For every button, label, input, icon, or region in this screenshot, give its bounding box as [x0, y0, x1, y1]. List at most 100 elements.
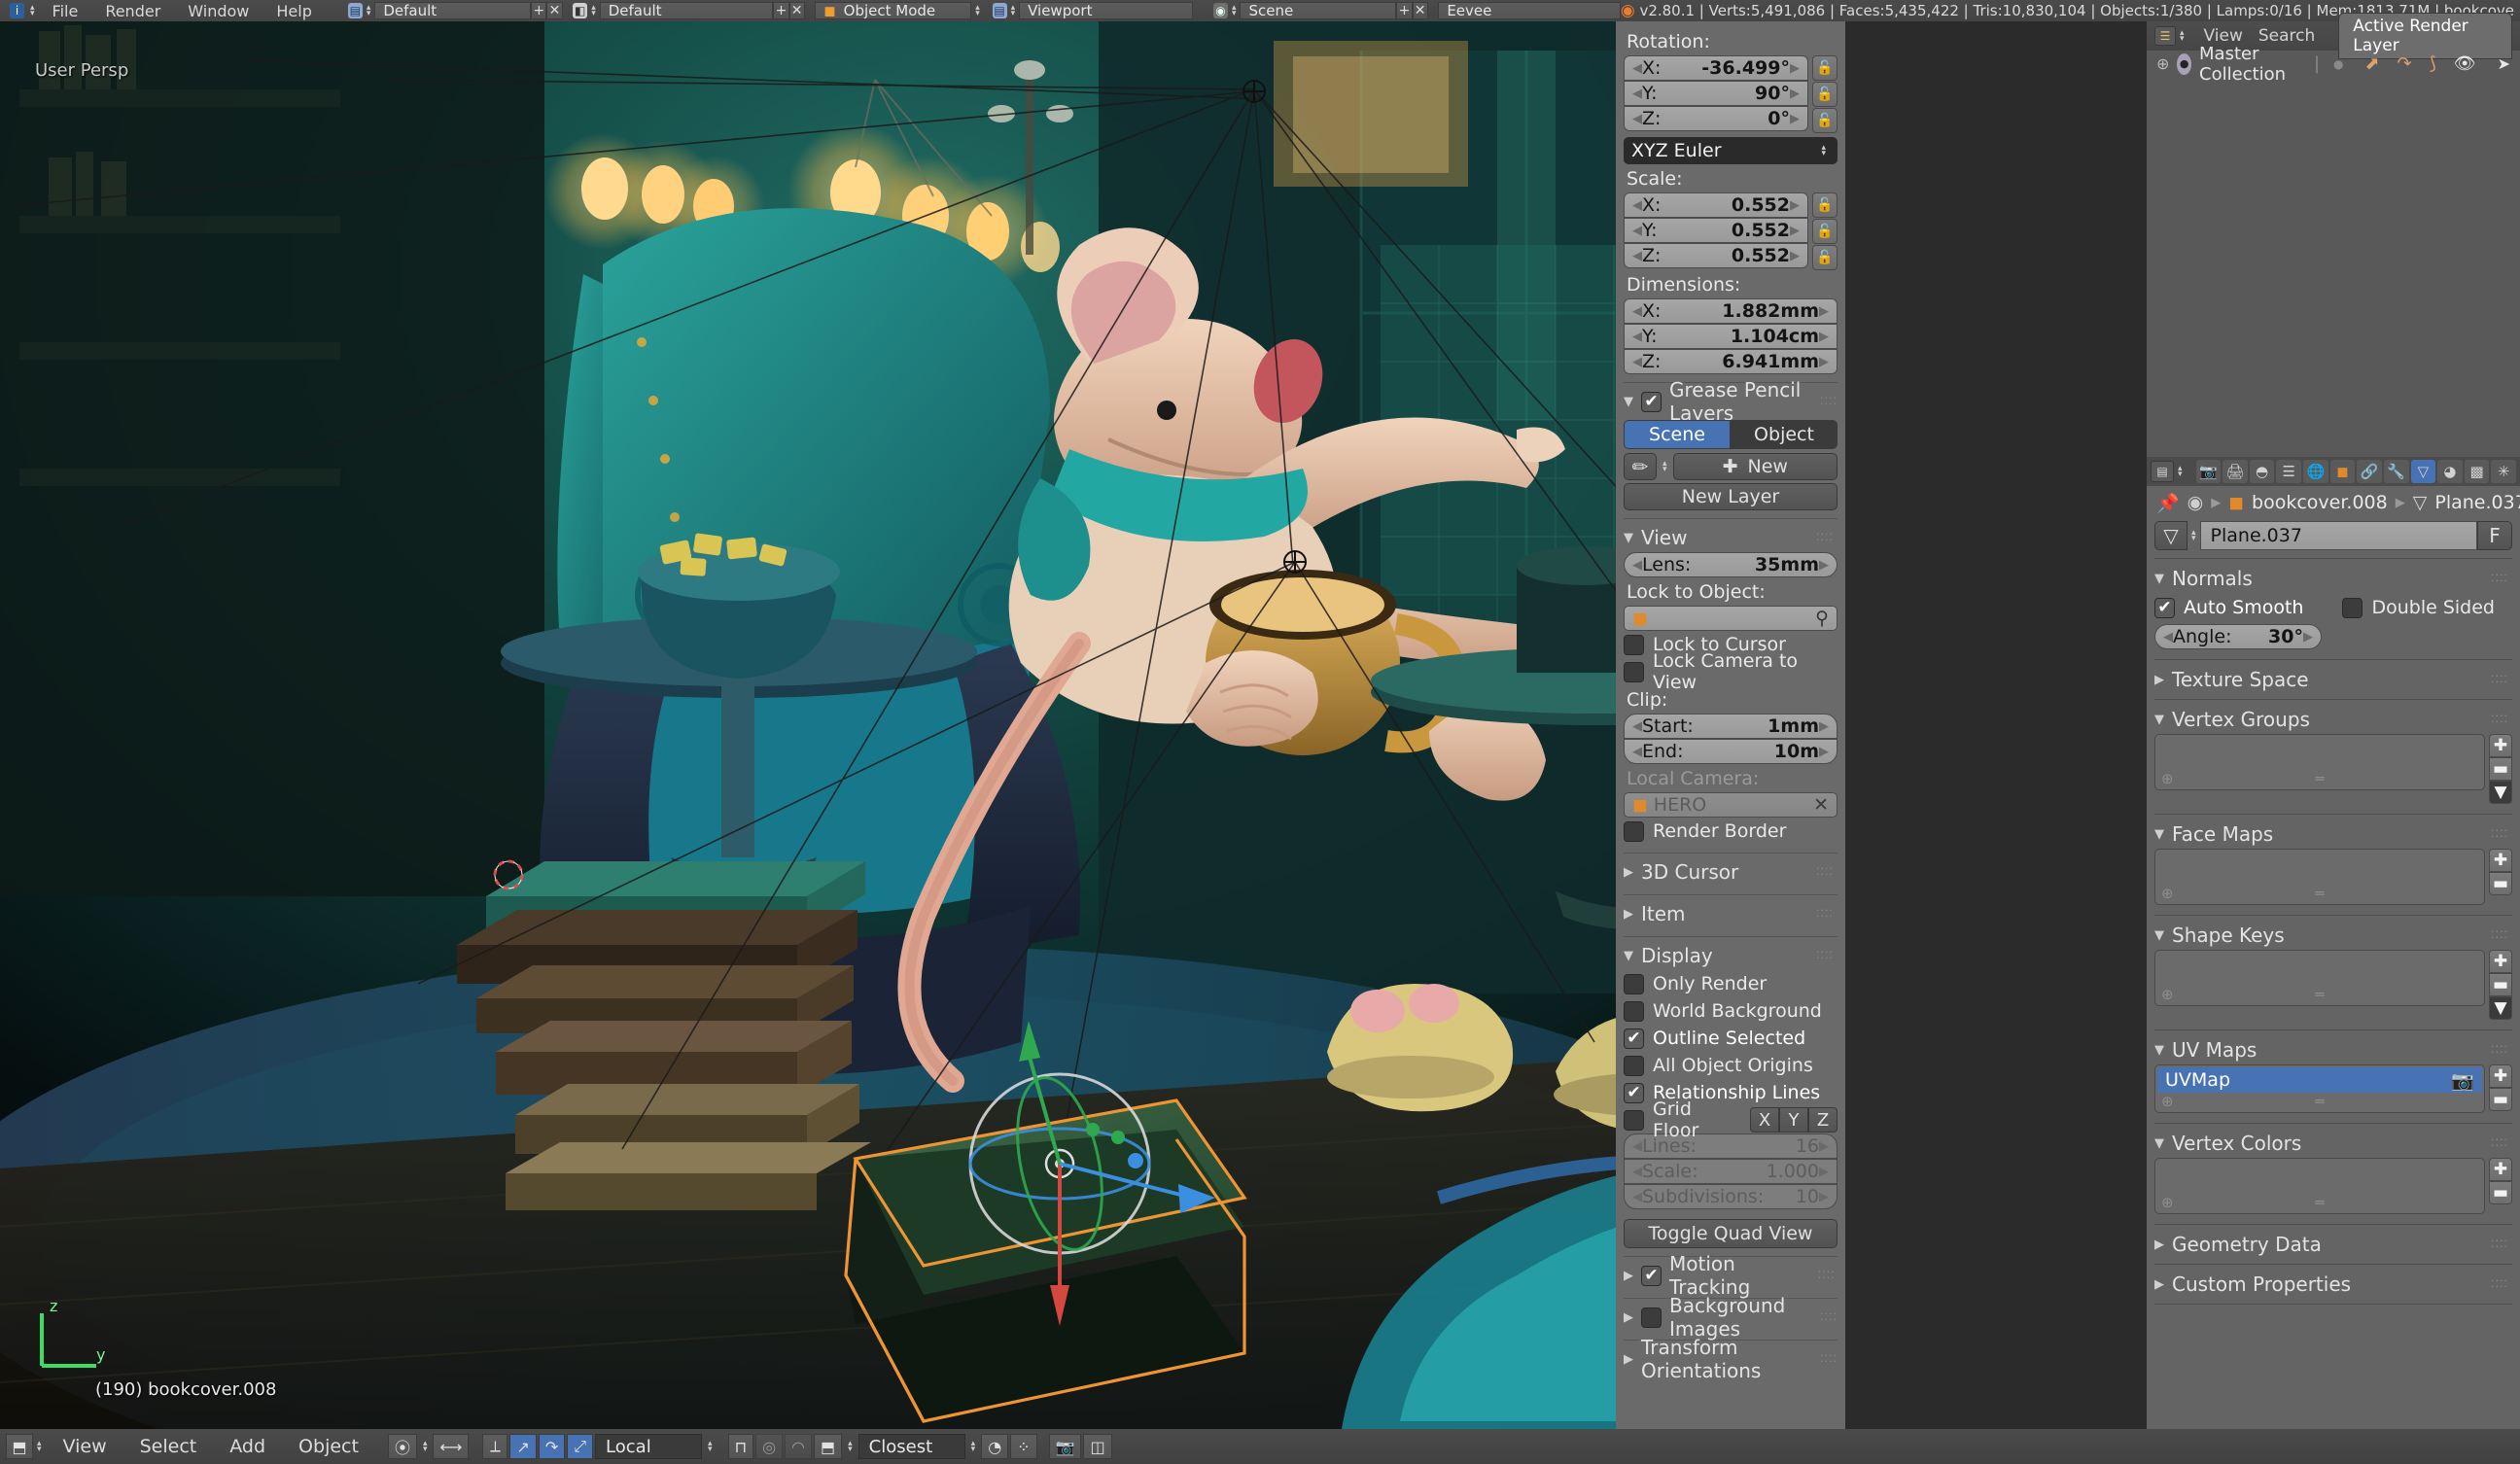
- vertex-group-specials-button[interactable]: ▼: [2489, 781, 2512, 804]
- pivot-point-icon[interactable]: ⦿: [387, 1434, 417, 1459]
- screen-layout-icon[interactable]: ▤: [347, 3, 363, 18]
- data-tab[interactable]: ▽: [2410, 460, 2436, 483]
- uv-maps-list[interactable]: UVMap 📷 ⊕ ═: [2154, 1064, 2485, 1113]
- footer-menu-view[interactable]: View: [48, 1436, 122, 1457]
- proportional-falloff-icon[interactable]: ◠: [785, 1434, 812, 1459]
- all-object-origins-row[interactable]: All Object Origins: [1624, 1052, 1838, 1079]
- increment-arrow[interactable]: ▶: [1819, 330, 1829, 344]
- world-background-row[interactable]: World Background: [1624, 997, 1838, 1025]
- custom-properties-panel-header[interactable]: ▶ Custom Properties ···· ····: [2154, 1270, 2512, 1299]
- particles-tab[interactable]: ✳: [2491, 460, 2517, 483]
- workspace-remove-2[interactable]: ✕: [788, 2, 805, 19]
- list-filter-icon[interactable]: ⊕: [2161, 770, 2174, 787]
- grid-subdivisions-field[interactable]: ◀ Subdivisions: 10 ▶: [1624, 1184, 1838, 1209]
- render-preview-icon[interactable]: 📷: [1048, 1434, 1082, 1459]
- eye-icon[interactable]: 👁: [2454, 53, 2476, 74]
- grid-floor-checkbox[interactable]: [1624, 1109, 1644, 1131]
- proportional-edit-objects-icon[interactable]: ◎: [755, 1434, 784, 1459]
- modifiers-tab[interactable]: 🔧: [2383, 460, 2409, 483]
- increment-arrow[interactable]: ▶: [1790, 87, 1800, 101]
- outliner-display-mode[interactable]: Active Render Layer: [2338, 13, 2512, 59]
- face-map-add-button[interactable]: ✚: [2489, 849, 2512, 872]
- lock-to-cursor-checkbox[interactable]: [1624, 634, 1644, 655]
- render-border-checkbox[interactable]: [1624, 820, 1644, 842]
- increment-arrow[interactable]: ▶: [1819, 558, 1829, 573]
- uv-maps-panel-header[interactable]: ▼ UV Maps ···· ····: [2154, 1035, 2512, 1064]
- auto-smooth-checkbox[interactable]: [2154, 597, 2175, 618]
- normals-angle-field[interactable]: ◀ Angle: 30° ▶: [2154, 624, 2322, 649]
- drag-grip-icon[interactable]: ···· ····: [1816, 947, 1838, 963]
- new-layer-button[interactable]: New Layer: [1624, 483, 1838, 510]
- menu-window[interactable]: Window: [174, 2, 262, 20]
- increment-arrow[interactable]: ▶: [1790, 198, 1800, 213]
- editor-type-spinner[interactable]: ▴ ▾: [2178, 465, 2183, 479]
- mesh-browse-spinner[interactable]: ▴ ▾: [2191, 529, 2196, 543]
- material-tab[interactable]: ◕: [2437, 460, 2463, 483]
- list-filter-icon[interactable]: ⊕: [2161, 885, 2174, 902]
- restrict-dot-icon[interactable]: ●: [2333, 57, 2343, 71]
- decrement-arrow[interactable]: ◀: [1632, 61, 1642, 76]
- workspace-name-2[interactable]: Default: [599, 2, 774, 19]
- transform-orientation-dropdown[interactable]: Local: [595, 1434, 703, 1459]
- proportional-edit-icon[interactable]: ⟷: [433, 1434, 470, 1459]
- increment-arrow[interactable]: ▶: [1819, 719, 1829, 734]
- view-panel-header[interactable]: ▼ View ···· ····: [1624, 523, 1838, 552]
- drag-grip-icon[interactable]: ···· ····: [1818, 1267, 1838, 1283]
- lock-rotation-x-button[interactable]: 🔓: [1812, 55, 1838, 81]
- snap-align-icon[interactable]: ⁘: [1010, 1434, 1037, 1459]
- snap-element-spinner[interactable]: ▴ ▾: [848, 1440, 853, 1454]
- drag-grip-icon[interactable]: ···· ····: [2491, 926, 2512, 943]
- editor-type-spinner[interactable]: ▴ ▾: [2180, 29, 2185, 44]
- face-maps-panel-header[interactable]: ▼ Face Maps ···· ····: [2154, 819, 2512, 849]
- increment-arrow[interactable]: ▶: [1819, 304, 1829, 319]
- lens-field[interactable]: ◀ Lens: 35mm ▶: [1624, 552, 1838, 577]
- outline-selected-checkbox[interactable]: [1624, 1028, 1644, 1049]
- mode-spinner[interactable]: ▴ ▾: [975, 4, 980, 18]
- menu-help[interactable]: Help: [262, 2, 325, 20]
- face-map-remove-button[interactable]: ▬: [2489, 872, 2512, 895]
- list-grip-icon[interactable]: ═: [2315, 986, 2324, 1003]
- snap-target-spinner[interactable]: ▴ ▾: [971, 1440, 976, 1454]
- only-render-row[interactable]: Only Render: [1624, 970, 1838, 997]
- grid-floor-row[interactable]: Grid Floor X Y Z: [1624, 1098, 1838, 1141]
- only-render-checkbox[interactable]: [1624, 973, 1644, 994]
- drag-grip-icon[interactable]: ···· ····: [1820, 393, 1838, 409]
- lock-rotation-y-button[interactable]: 🔓: [1812, 82, 1838, 107]
- translate-manipulator-icon[interactable]: ↗: [509, 1434, 537, 1459]
- vertex-group-remove-button[interactable]: ▬: [2489, 757, 2512, 781]
- view3d-icon[interactable]: ⬒: [6, 1434, 33, 1459]
- lock-camera-to-view-row[interactable]: Lock Camera to View: [1624, 650, 1838, 693]
- shape-keys-panel-header[interactable]: ▼ Shape Keys ···· ····: [2154, 921, 2512, 950]
- dimension-x-field[interactable]: ◀ X: 1.882mm ▶: [1624, 298, 1838, 324]
- increment-arrow[interactable]: ▶: [1819, 1165, 1829, 1179]
- list-grip-icon[interactable]: ═: [2315, 1194, 2324, 1211]
- constraints-tab[interactable]: 🔗: [2357, 460, 2382, 483]
- render-border-row[interactable]: Render Border: [1624, 818, 1838, 845]
- increment-arrow[interactable]: ▶: [1790, 224, 1800, 238]
- vertex-color-add-button[interactable]: ✚: [2489, 1158, 2512, 1181]
- vertex-groups-list[interactable]: ⊕ ═: [2154, 734, 2485, 790]
- object-tab[interactable]: ◼: [2329, 460, 2356, 483]
- background-images-checkbox[interactable]: [1641, 1307, 1662, 1328]
- uv-map-list-item[interactable]: UVMap 📷: [2157, 1067, 2482, 1093]
- drag-grip-icon[interactable]: ···· ····: [2491, 1041, 2512, 1058]
- workspace-add-1[interactable]: +: [531, 2, 547, 19]
- pencil-icon[interactable]: ✏: [1624, 453, 1657, 480]
- drag-grip-icon[interactable]: ···· ····: [2491, 570, 2512, 586]
- scene-name[interactable]: Scene: [1240, 2, 1397, 19]
- info-editor-icon[interactable]: i: [10, 3, 24, 18]
- scene-add[interactable]: +: [1396, 2, 1413, 19]
- editor-type-spinner[interactable]: ▴ ▾: [30, 4, 35, 18]
- expand-plus-icon[interactable]: ⊕: [2156, 54, 2169, 73]
- drag-grip-icon[interactable]: ···· ····: [1820, 1308, 1838, 1325]
- double-sided-row[interactable]: Double Sided: [2342, 594, 2495, 621]
- mode-selector[interactable]: ◼ Object Mode: [815, 2, 972, 19]
- viewlayer-name[interactable]: Viewport: [1019, 2, 1193, 19]
- decrement-arrow[interactable]: ◀: [1632, 719, 1642, 734]
- workspace-spinner-2[interactable]: ▴ ▾: [591, 4, 596, 18]
- drag-grip-icon[interactable]: ···· ····: [1816, 529, 1838, 545]
- list-filter-icon[interactable]: ⊕: [2161, 1194, 2174, 1211]
- local-camera-field[interactable]: ◼ HERO ✕: [1624, 792, 1838, 818]
- breadcrumb-object[interactable]: bookcover.008: [2252, 492, 2388, 513]
- rotation-x-field[interactable]: ◀ X: -36.499° ▶: [1624, 55, 1808, 81]
